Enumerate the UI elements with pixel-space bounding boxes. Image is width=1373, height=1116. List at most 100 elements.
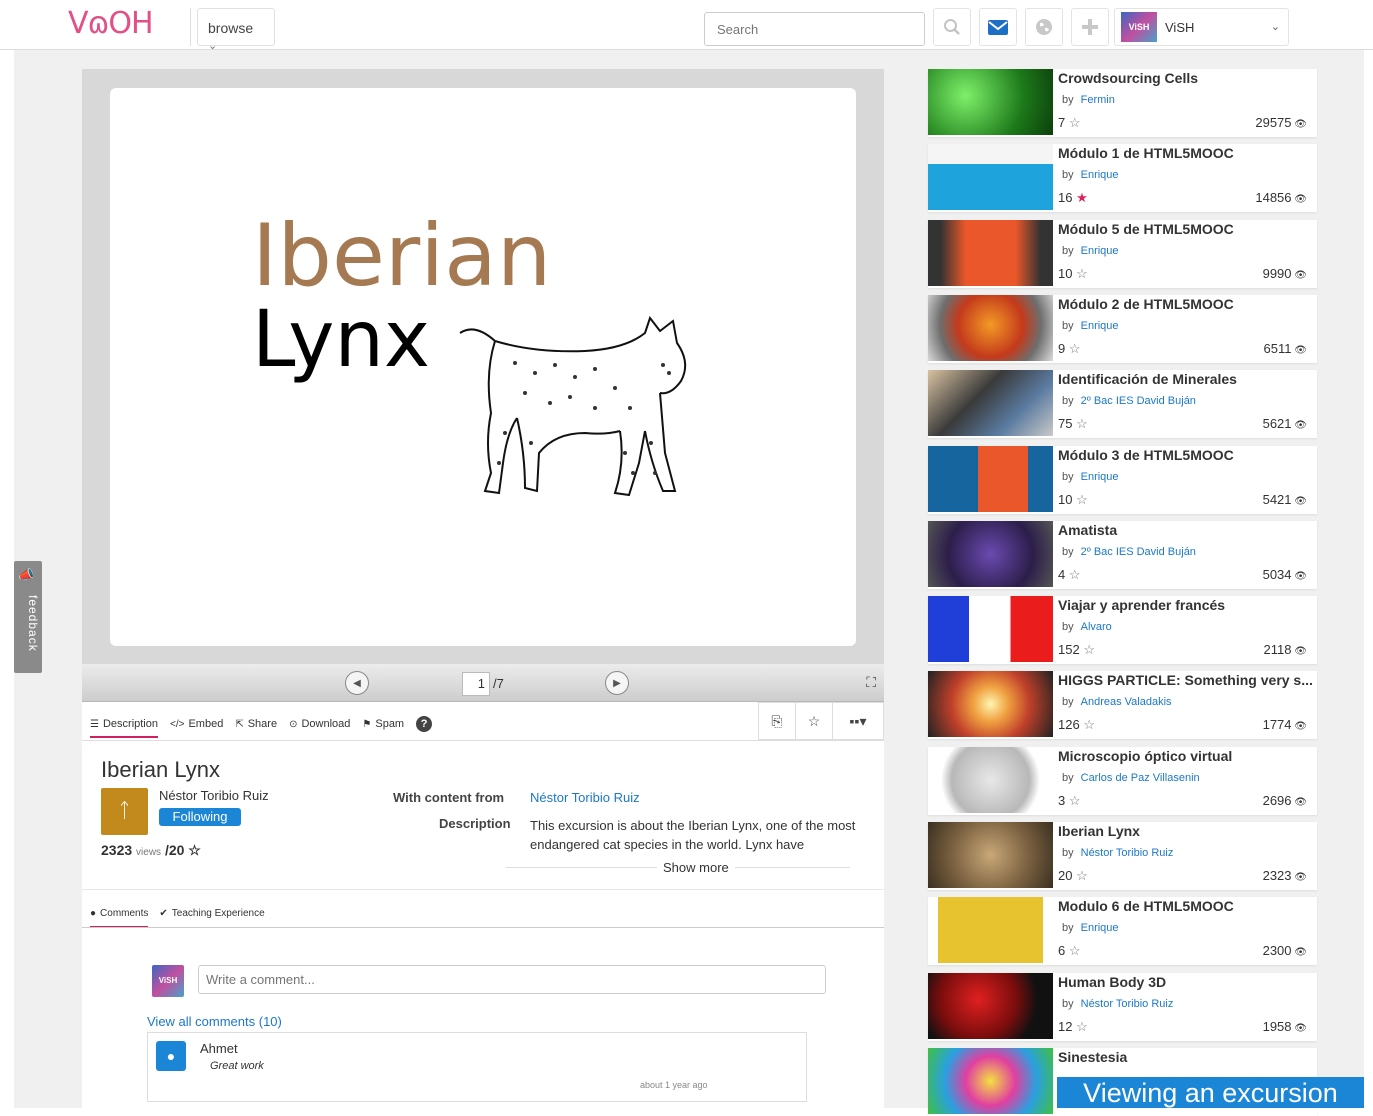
excursion-card-author[interactable]: Carlos de Paz Villasenin (1081, 772, 1200, 784)
view-all-comments-link[interactable]: View all comments (10) (147, 1014, 282, 1029)
excursion-card-title[interactable]: Módulo 3 de HTML5MOOC (1058, 447, 1313, 463)
create-button[interactable] (1071, 8, 1109, 46)
sidebar-excursion-card[interactable]: Iberian Lynx by Néstor Toribio Ruiz 20 ☆ 232… (928, 822, 1317, 890)
excursion-thumbnail[interactable] (928, 446, 1053, 512)
star-icon[interactable]: ☆ (1072, 868, 1088, 883)
excursion-card-author[interactable]: Néstor Toribio Ruiz (1081, 998, 1174, 1010)
tab-teaching-experience[interactable]: ✔ Teaching Experience (159, 908, 264, 928)
excursion-card-title[interactable]: Viajar y aprender francés (1058, 597, 1313, 613)
excursion-card-author[interactable]: Enrique (1081, 169, 1119, 181)
excursion-thumbnail[interactable] (928, 370, 1053, 436)
star-icon[interactable]: ☆ (1072, 266, 1088, 281)
excursion-card-title[interactable]: Crowdsourcing Cells (1058, 70, 1313, 86)
clone-button[interactable]: ⎘ (759, 703, 796, 739)
excursion-card-title[interactable]: Módulo 1 de HTML5MOOC (1058, 145, 1313, 161)
page-number-input[interactable]: 1 (462, 672, 490, 696)
excursion-card-title[interactable]: Módulo 2 de HTML5MOOC (1058, 296, 1313, 312)
excursion-thumbnail[interactable] (928, 521, 1053, 587)
author-avatar[interactable]: ᛏ (101, 788, 148, 835)
sidebar-excursion-card[interactable]: Módulo 5 de HTML5MOOC by Enrique 10 ☆ 9990 👁 (928, 220, 1317, 288)
commenter-avatar[interactable]: ● (156, 1041, 186, 1071)
star-icon[interactable]: ☆ (1065, 115, 1081, 130)
star-icon[interactable]: ☆ (1072, 492, 1088, 507)
feedback-tab[interactable]: 📣 feedback (14, 561, 42, 673)
excursion-card-title[interactable]: Amatista (1058, 522, 1313, 538)
tab-spam[interactable]: ⚑ Spam (362, 718, 404, 738)
excursion-thumbnail[interactable] (928, 295, 1053, 361)
excursion-card-author[interactable]: Néstor Toribio Ruiz (1081, 847, 1174, 859)
sidebar-excursion-card[interactable]: Identificación de Minerales by 2º Bac IES … (928, 370, 1317, 438)
sidebar-excursion-card[interactable]: Módulo 1 de HTML5MOOC by Enrique 16 ★ 14856 … (928, 144, 1317, 212)
comment-input[interactable] (198, 965, 826, 994)
messages-button[interactable] (979, 8, 1017, 46)
excursion-card-author[interactable]: 2º Bac IES David Buján (1081, 395, 1196, 407)
excursion-thumbnail[interactable] (928, 69, 1053, 135)
sidebar-excursion-card[interactable]: Microscopio óptico virtual by Carlos de Pa… (928, 747, 1317, 815)
excursion-card-author[interactable]: Andreas Valadakis (1081, 696, 1172, 708)
slide-canvas[interactable]: Iberian Lynx (110, 88, 856, 646)
tab-description[interactable]: ☰ Description (90, 718, 158, 738)
show-more-button[interactable]: Show more (657, 860, 735, 875)
tab-embed[interactable]: </> Embed (170, 718, 223, 738)
excursion-card-title[interactable]: Iberian Lynx (1058, 823, 1313, 839)
excursion-card-title[interactable]: Sinestesia (1058, 1049, 1313, 1065)
vish-logo[interactable]: VɷOH (68, 6, 154, 41)
sidebar-excursion-card[interactable]: HIGGS PARTICLE: Something very s... by And… (928, 671, 1317, 739)
sidebar-excursion-card[interactable]: Human Body 3D by Néstor Toribio Ruiz 12 ☆ 19… (928, 973, 1317, 1041)
excursion-thumbnail[interactable] (928, 822, 1053, 888)
excursion-thumbnail[interactable] (928, 897, 1053, 963)
help-icon[interactable]: ? (416, 716, 433, 732)
excursion-card-author[interactable]: 2º Bac IES David Buján (1081, 546, 1196, 558)
star-icon[interactable]: ☆ (1065, 341, 1081, 356)
sidebar-excursion-card[interactable]: Crowdsourcing Cells by Fermin 7 ☆ 29575 👁 (928, 69, 1317, 137)
star-icon[interactable]: ☆ (1072, 1019, 1088, 1034)
next-slide-button[interactable]: ▶ (605, 671, 629, 695)
excursion-card-title[interactable]: HIGGS PARTICLE: Something very s... (1058, 672, 1313, 688)
excursion-thumbnail[interactable] (928, 747, 1053, 813)
star-icon[interactable]: ☆ (1080, 642, 1095, 657)
star-icon[interactable]: ☆ (1072, 416, 1088, 431)
with-content-link[interactable]: Néstor Toribio Ruiz (530, 790, 640, 805)
star-icon[interactable]: ★ (1072, 190, 1088, 205)
tab-download[interactable]: ⊙ Download (289, 718, 350, 738)
excursion-card-author[interactable]: Enrique (1081, 320, 1119, 332)
excursion-card-title[interactable]: Modulo 6 de HTML5MOOC (1058, 898, 1313, 914)
excursion-card-author[interactable]: Alvaro (1081, 621, 1112, 633)
add-to-category-button[interactable]: ▪▪▾ (833, 703, 883, 739)
tab-comments[interactable]: ● Comments (90, 908, 149, 928)
sidebar-excursion-card[interactable]: Módulo 2 de HTML5MOOC by Enrique 9 ☆ 6511 👁 (928, 295, 1317, 363)
favorite-button[interactable]: ☆ (796, 703, 833, 739)
sidebar-excursion-card[interactable]: Módulo 3 de HTML5MOOC by Enrique 10 ☆ 5421 👁 (928, 446, 1317, 514)
user-menu[interactable]: ViSH ViSH ⌄ (1114, 8, 1289, 46)
excursion-card-title[interactable]: Identificación de Minerales (1058, 371, 1313, 387)
excursion-card-author[interactable]: Enrique (1081, 471, 1119, 483)
excursion-card-title[interactable]: Microscopio óptico virtual (1058, 748, 1313, 764)
excursion-thumbnail[interactable] (928, 973, 1053, 1039)
excursion-thumbnail[interactable] (928, 144, 1053, 210)
search-input[interactable] (704, 12, 925, 46)
star-icon[interactable]: ☆ (1065, 943, 1081, 958)
sidebar-excursion-card[interactable]: Amatista by 2º Bac IES David Buján 4 ☆ 5034 … (928, 521, 1317, 589)
excursion-card-author[interactable]: Enrique (1081, 922, 1119, 934)
excursion-card-title[interactable]: Human Body 3D (1058, 974, 1313, 990)
excursion-thumbnail[interactable] (928, 671, 1053, 737)
excursion-thumbnail[interactable] (928, 596, 1053, 662)
star-icon[interactable]: ☆ (1080, 717, 1095, 732)
sidebar-excursion-card[interactable]: Modulo 6 de HTML5MOOC by Enrique 6 ☆ 2300 👁 (928, 897, 1317, 965)
follow-button[interactable]: Following (159, 808, 241, 826)
excursion-thumbnail[interactable] (928, 1048, 1053, 1114)
excursion-card-author[interactable]: Fermin (1081, 94, 1115, 106)
sidebar-excursion-card[interactable]: Viajar y aprender francés by Alvaro 152 ☆ 21… (928, 596, 1317, 664)
tab-share[interactable]: ⇱ Share (235, 718, 277, 738)
search-button[interactable] (933, 8, 971, 46)
excursion-card-title[interactable]: Módulo 5 de HTML5MOOC (1058, 221, 1313, 237)
fullscreen-icon[interactable]: ⛶ (866, 674, 876, 691)
star-icon[interactable]: ☆ (1065, 793, 1081, 808)
prev-slide-button[interactable]: ◀ (345, 671, 369, 695)
star-icon[interactable]: ☆ (1065, 567, 1081, 582)
excursion-thumbnail[interactable] (928, 220, 1053, 286)
commenter-name[interactable]: Ahmet (200, 1041, 238, 1056)
author-name[interactable]: Néstor Toribio Ruiz (159, 788, 269, 803)
excursion-card-author[interactable]: Enrique (1081, 245, 1119, 257)
explore-button[interactable] (1025, 8, 1063, 46)
